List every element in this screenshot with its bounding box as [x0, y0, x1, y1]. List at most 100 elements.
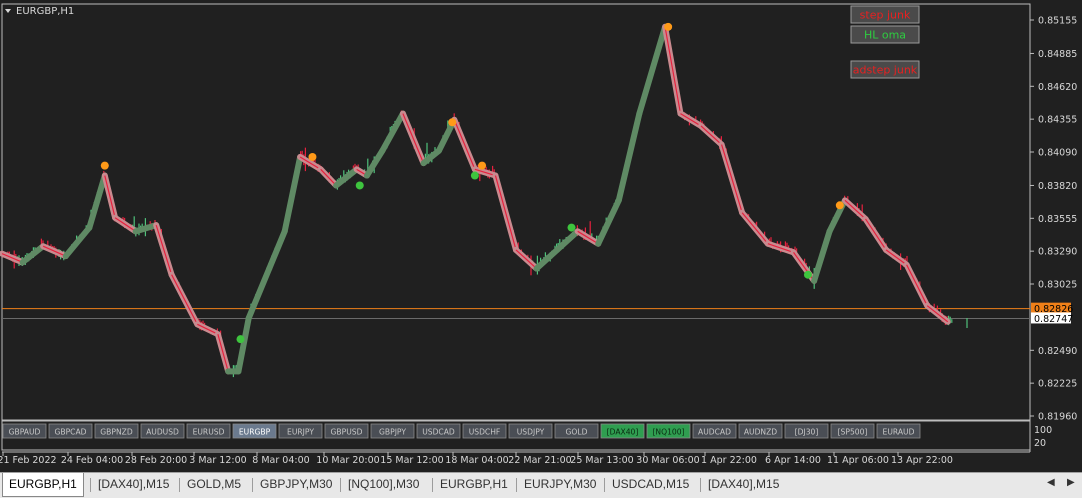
signal-dot-green: [470, 171, 479, 180]
trend-line-core: [680, 113, 702, 127]
symbol-button-label: [SP500]: [838, 428, 868, 437]
symbol-button-label: GBPNZD: [100, 428, 133, 437]
signal-dot-green: [567, 223, 576, 232]
tab-separator: [516, 478, 517, 492]
trend-line-core: [171, 274, 198, 325]
time-tick-label: 1 Apr 22:00: [701, 455, 757, 466]
trend-line-segment: [811, 228, 833, 284]
subwindow-tick-label: 20: [1034, 438, 1046, 449]
chart-tab[interactable]: [DAX40],M15: [98, 473, 169, 497]
arrow-left-icon[interactable]: ◀: [1047, 477, 1055, 488]
tab-separator: [432, 478, 433, 492]
trend-line-core: [865, 218, 887, 251]
chart-tab-bar: EURGBP,H1 [DAX40],M15 GOLD,M5 GBPJPY,M30 [NQ…: [0, 472, 1082, 498]
symbol-button-label: GBPUSD: [331, 428, 363, 437]
trend-line-segment: [333, 166, 360, 189]
chart-tab[interactable]: EURJPY,M30: [524, 473, 596, 497]
price-tick-label: 0.82225: [1038, 379, 1077, 390]
trend-line-core: [114, 217, 136, 232]
price-tick-label: 0.83555: [1038, 214, 1077, 225]
symbol-button-label: GOLD: [566, 428, 588, 437]
time-tick-label: 22 Mar 21:00: [508, 455, 571, 466]
time-tick-label: 25 Mar 13:00: [570, 455, 633, 466]
symbol-button-label: GBPJPY: [379, 428, 406, 437]
indicator-button-label: adstep junk: [853, 64, 918, 77]
price-tick-label: 0.83820: [1038, 181, 1077, 192]
trend-line-segment: [235, 315, 252, 375]
tab-separator: [604, 478, 605, 492]
tab-separator: [179, 478, 180, 492]
chart-tab[interactable]: EURGBP,H1: [2, 473, 84, 497]
time-tick-label: 10 Mar 20:00: [316, 455, 379, 466]
time-tick-label: 24 Feb 04:00: [61, 455, 123, 466]
indicator-button-label: HL oma: [864, 29, 906, 42]
chart-tab[interactable]: GBPJPY,M30: [260, 473, 332, 497]
price-tick-label: 0.82490: [1038, 346, 1077, 357]
time-tick-label: 11 Apr 06:00: [827, 455, 889, 466]
chart-tab[interactable]: USDCAD,M15: [612, 473, 689, 497]
chart-tab[interactable]: GOLD,M5: [187, 473, 241, 497]
trend-line-segment: [636, 23, 669, 117]
time-tick-label: 13 Apr 22:00: [891, 455, 953, 466]
trend-line-core: [453, 119, 476, 170]
symbol-button-label: EURGBP: [239, 428, 271, 437]
symbol-button-label: EURAUD: [883, 428, 915, 437]
trend-line-core: [104, 175, 116, 218]
price-tick-label: 0.81960: [1038, 412, 1077, 423]
chart-tab[interactable]: EURGBP,H1: [440, 473, 508, 497]
subwindow-tick-label: 100: [1034, 425, 1052, 436]
price-tick-label: 0.85155: [1038, 16, 1077, 27]
indicator-button-label: step junk: [860, 9, 911, 22]
symbol-button-label: EURJPY: [287, 428, 314, 437]
time-tick-label: 6 Apr 14:00: [765, 455, 821, 466]
trend-line-core: [577, 230, 599, 245]
chart-title: EURGBP,H1: [16, 6, 74, 17]
trend-line-core: [402, 113, 425, 164]
price-tick-label: 0.84620: [1038, 82, 1077, 93]
price-tick-label: 0.84090: [1038, 148, 1077, 159]
time-tick-label: 21 Feb 2022: [0, 455, 57, 466]
trend-line-segment: [281, 153, 304, 235]
arrow-right-icon[interactable]: ▶: [1067, 477, 1075, 488]
trend-line-segment: [86, 172, 108, 231]
symbol-button-label: AUDNZD: [744, 428, 777, 437]
symbol-button-label: [DJ30]: [795, 428, 819, 437]
chart-window[interactable]: 0.85155 0.84885 0.84620 0.84355 0.84090 0.838…: [0, 0, 1082, 472]
trend-line-core: [515, 249, 537, 269]
time-tick-label: 28 Feb 20:00: [125, 455, 187, 466]
trend-line-segment: [266, 228, 288, 272]
signal-dot-orange: [448, 118, 457, 127]
time-tick-label: 30 Mar 06:00: [636, 455, 699, 466]
trend-line-segment: [245, 265, 273, 322]
trend-line-segment: [379, 110, 406, 154]
signal-dot-orange: [835, 201, 844, 210]
signal-dot-orange: [478, 161, 487, 170]
current-price-label: 0.82747: [1034, 314, 1073, 325]
chart-canvas[interactable]: 0.85155 0.84885 0.84620 0.84355 0.84090 0.838…: [0, 0, 1082, 472]
signal-dot-green: [355, 181, 364, 190]
triangle-down-icon[interactable]: [5, 9, 11, 13]
chart-tab[interactable]: [DAX40],M15: [708, 473, 779, 497]
trend-line-segment: [62, 224, 93, 260]
signal-dot-orange: [308, 152, 317, 161]
symbol-button-label: AUDCAD: [698, 428, 731, 437]
symbol-button-label: [NQ100]: [652, 428, 684, 437]
price-tick-label: 0.84355: [1038, 115, 1077, 126]
signal-dot-orange: [100, 161, 109, 170]
trend-line-core: [741, 212, 769, 245]
time-tick-label: 18 Mar 04:00: [445, 455, 508, 466]
chart-tab[interactable]: [NQ100],M30: [348, 473, 419, 497]
trend-line-core: [155, 224, 173, 275]
price-tick-label: 0.83025: [1038, 280, 1077, 291]
symbol-button-label: GBPCAD: [54, 428, 86, 437]
time-tick-label: 8 Mar 04:00: [252, 455, 309, 466]
signal-dot-green: [236, 335, 245, 344]
trend-line-segment: [533, 246, 561, 272]
symbol-button-label: [DAX40]: [607, 428, 639, 437]
signal-dot-orange: [664, 22, 673, 31]
trend-line-core: [906, 264, 928, 306]
trend-line-core: [721, 144, 743, 213]
trend-line-core: [320, 168, 337, 186]
symbol-button-label: AUDUSD: [146, 428, 179, 437]
symbol-button-label: EURUSD: [193, 428, 225, 437]
